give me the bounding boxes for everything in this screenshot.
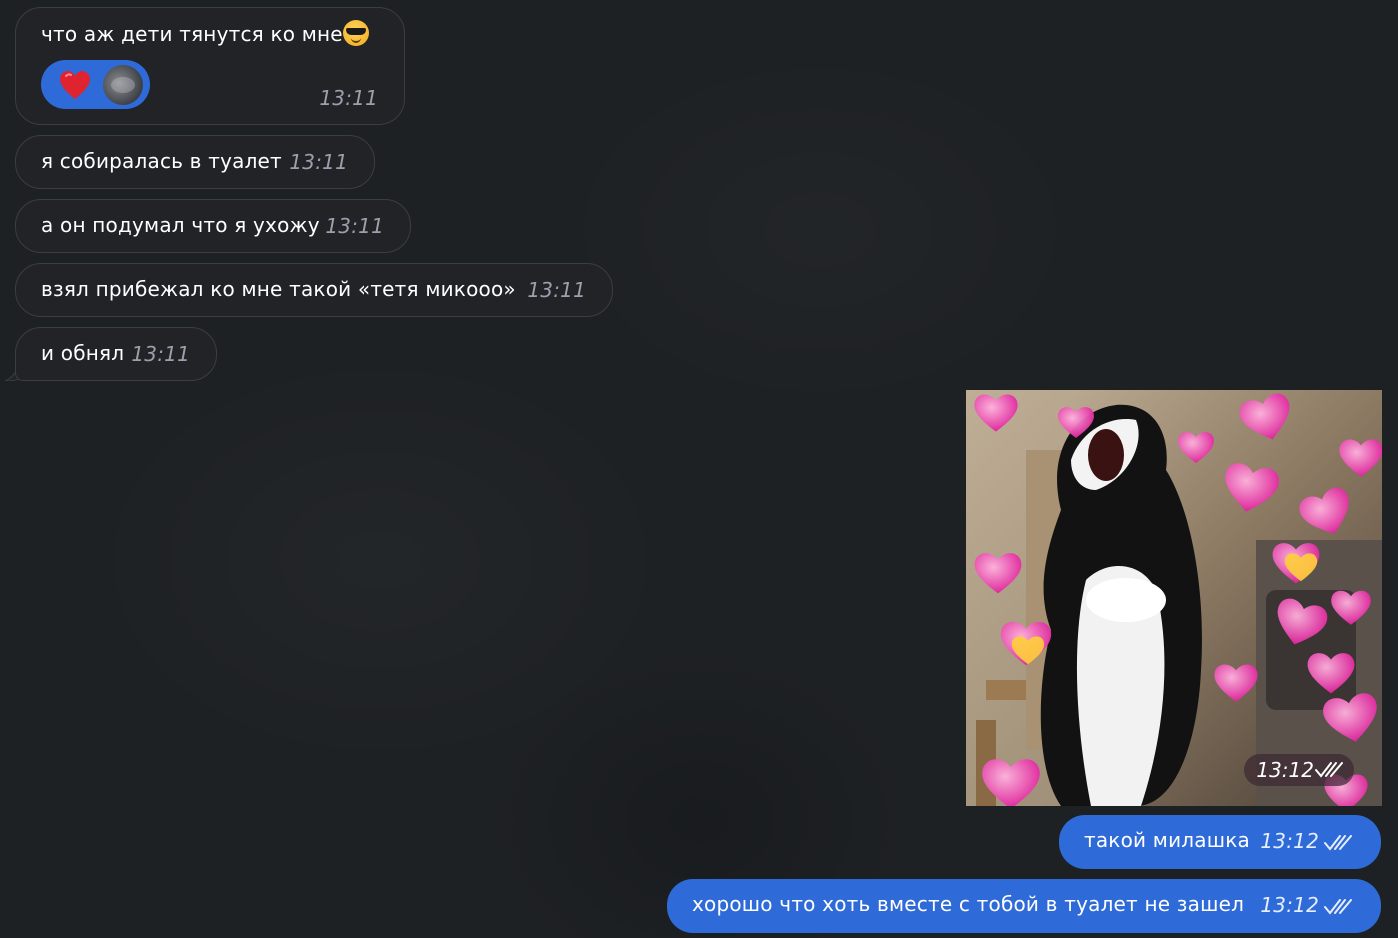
- incoming-message[interactable]: взял прибежал ко мне такой «тетя микооо»…: [15, 263, 613, 317]
- incoming-message[interactable]: и обнял 13:11: [15, 327, 217, 381]
- message-text: и обнял: [41, 341, 125, 365]
- outgoing-message[interactable]: хорошо что хоть вместе с тобой в туалет …: [667, 879, 1381, 933]
- double-check-icon: [1324, 835, 1352, 851]
- cat-with-hearts-image: [966, 390, 1382, 806]
- message-text: хорошо что хоть вместе с тобой в туалет …: [692, 892, 1245, 916]
- double-check-icon: [1315, 762, 1343, 778]
- message-text: я собиралась в туалет: [41, 149, 282, 173]
- photo-time-badge: 13:12: [1244, 754, 1354, 786]
- message-text: что аж дети тянутся ко мне: [41, 22, 343, 46]
- double-check-icon: [1324, 899, 1352, 915]
- incoming-message[interactable]: а он подумал что я ухожу 13:11: [15, 199, 411, 253]
- reaction-pill[interactable]: [41, 60, 150, 109]
- message-time: 13:12: [1260, 829, 1319, 853]
- message-text: взял прибежал ко мне такой «тетя микооо»: [41, 277, 516, 301]
- sunglasses-emoji-icon: [343, 20, 369, 46]
- cat-avatar[interactable]: [103, 65, 143, 105]
- message-time: 13:12: [1256, 758, 1314, 782]
- message-time: 13:11: [289, 150, 348, 174]
- photo-message[interactable]: 13:12: [966, 390, 1382, 806]
- message-time: 13:11: [319, 86, 378, 110]
- message-time: 13:12: [1260, 893, 1319, 917]
- message-time: 13:11: [325, 214, 384, 238]
- message-time: 13:11: [527, 278, 586, 302]
- incoming-message[interactable]: я собиралась в туалет 13:11: [15, 135, 375, 189]
- message-text: а он подумал что я ухожу: [41, 213, 320, 237]
- heart-icon: [60, 71, 90, 99]
- message-text: такой милашка: [1084, 828, 1250, 852]
- message-time: 13:11: [131, 342, 190, 366]
- incoming-message[interactable]: что аж дети тянутся ко мне 13:11: [15, 7, 405, 125]
- outgoing-message[interactable]: такой милашка 13:12: [1059, 815, 1381, 869]
